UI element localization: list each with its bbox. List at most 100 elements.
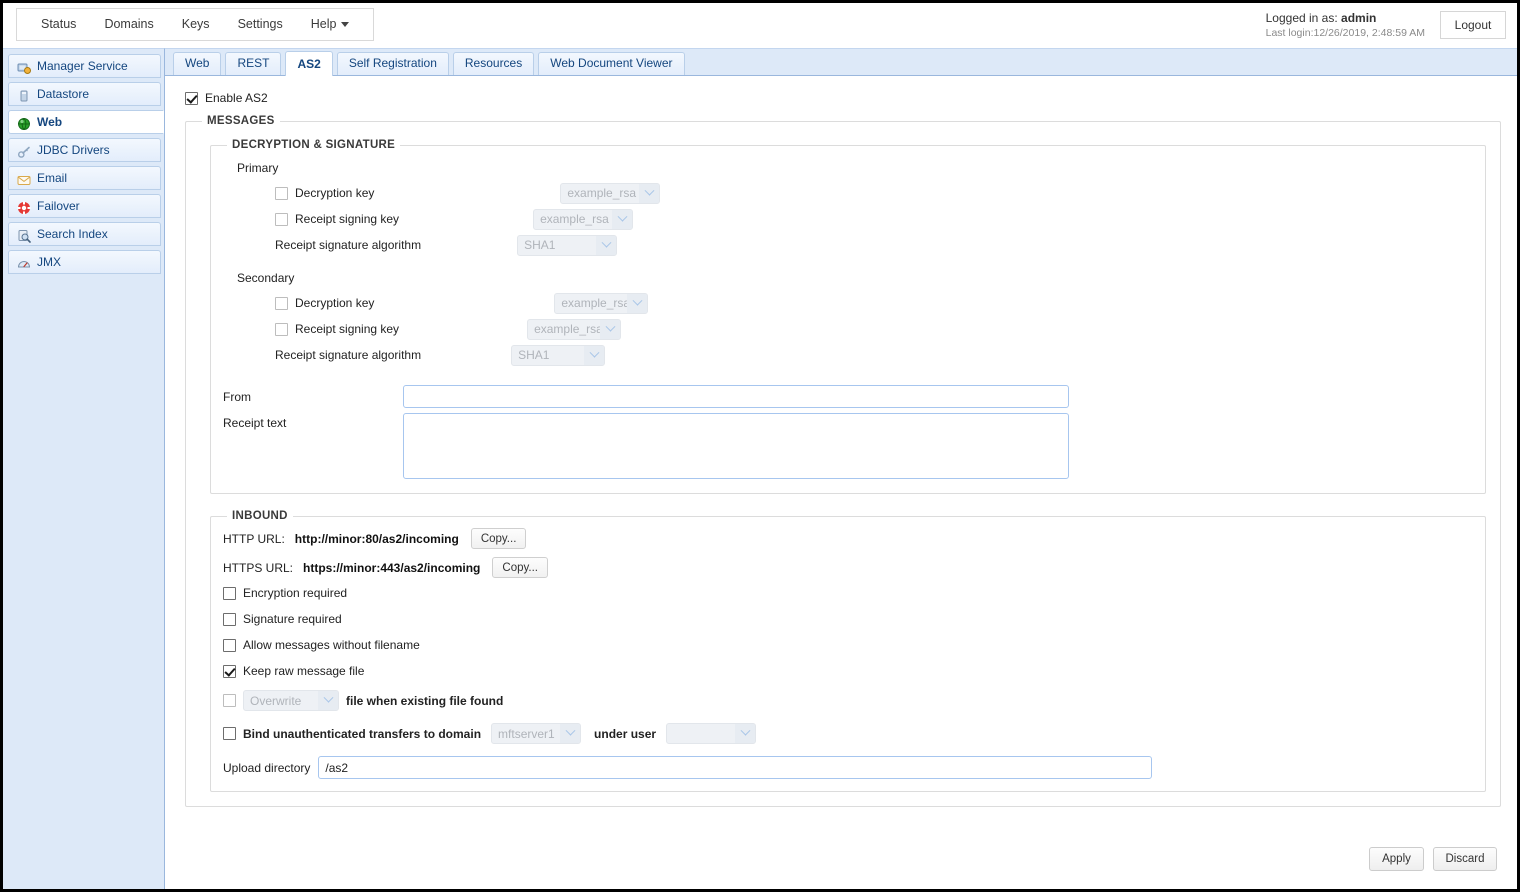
upload-directory-input[interactable] [318,756,1153,779]
encryption-required-checkbox[interactable] [223,586,236,600]
messages-fieldset: MESSAGES DECRYPTION & SIGNATURE Primary … [185,115,1501,807]
from-input[interactable] [403,385,1069,408]
sidebar-item-jdbc-drivers[interactable]: JDBC Drivers [8,138,161,162]
chevron-down-icon [584,345,605,365]
jmx-icon [17,255,31,269]
keep-raw-message-file-label: Keep raw message file [243,664,365,678]
http-url-value: http://minor:80/as2/incoming [294,531,459,546]
keep-raw-message-file-row: Keep raw message file [223,664,1473,678]
body-area: Manager Service Datastore Web JDBC Drive… [3,48,1517,889]
chevron-down-icon [627,293,648,313]
tab-resources[interactable]: Resources [452,52,535,75]
logged-in-as: Logged in as: admin [1266,11,1425,25]
chevron-down-icon [612,209,633,229]
menu-item-help[interactable]: Help [297,9,364,40]
receipt-text-textarea[interactable] [403,413,1069,479]
menu-item-domains[interactable]: Domains [90,9,167,40]
menu-item-keys[interactable]: Keys [168,9,224,40]
tab-web-document-viewer[interactable]: Web Document Viewer [538,52,685,75]
menu-item-label: Keys [181,17,210,31]
upload-directory-row: Upload directory [223,756,1473,779]
bind-transfers-row: Bind unauthenticated transfers to domain… [223,723,1473,744]
main-menu: Status Domains Keys Settings Help [16,8,375,41]
chevron-down-icon [318,691,338,710]
chevron-down-icon [639,183,660,203]
chevron-down-icon [600,319,621,339]
from-row: From [223,385,1473,408]
secondary-receipt-signing-key-checkbox[interactable] [275,322,288,336]
signature-required-checkbox[interactable] [223,612,236,626]
http-url-label: HTTP URL: [223,531,285,546]
menu-item-status[interactable]: Status [27,9,90,40]
sidebar-item-failover[interactable]: Failover [8,194,161,218]
enable-as2-checkbox[interactable] [185,91,198,105]
secondary-decryption-key-checkbox[interactable] [275,296,288,310]
allow-messages-without-filename-checkbox[interactable] [223,638,236,652]
sidebar-item-datastore[interactable]: Datastore [8,82,161,106]
bind-transfers-checkbox[interactable] [223,727,236,740]
tab-web[interactable]: Web [173,52,222,75]
inbound-legend: INBOUND [232,510,288,522]
sidebar-item-web[interactable]: Web [8,110,164,134]
sidebar-item-jmx[interactable]: JMX [8,250,161,274]
secondary-receipt-signature-algorithm-select[interactable]: SHA1 [511,344,606,366]
primary-decryption-key-checkbox[interactable] [275,186,288,200]
https-url-copy-button[interactable]: Copy... [492,557,548,578]
receipt-text-row: Receipt text [223,413,1473,479]
signature-required-label: Signature required [243,612,342,626]
secondary-decryption-key-select[interactable]: example_rsa [554,292,649,314]
tab-label: REST [237,56,270,70]
primary-decryption-key-select[interactable]: example_rsa [560,182,661,204]
select-value: example_rsa [540,212,609,226]
as2-form: Enable AS2 MESSAGES DECRYPTION & SIGNATU… [165,77,1517,889]
keep-raw-message-file-checkbox[interactable] [223,664,236,678]
logged-in-username: admin [1341,11,1377,25]
select-value: SHA1 [524,238,556,252]
receipt-text-label: Receipt text [223,416,287,430]
sidebar-item-label: Manager Service [37,59,128,73]
primary-receipt-signature-algorithm-select[interactable]: SHA1 [517,234,618,256]
sidebar-item-label: Datastore [37,87,90,101]
secondary-decryption-key-row: Decryption key example_rsa [223,291,1473,315]
bind-transfers-user-select[interactable] [666,723,757,744]
signature-required-row: Signature required [223,612,1473,626]
existing-file-checkbox[interactable] [223,694,236,707]
sidebar-item-manager-service[interactable]: Manager Service [8,54,161,78]
select-value: Overwrite [250,693,302,708]
apply-button[interactable]: Apply [1369,847,1424,871]
application-window: Status Domains Keys Settings Help Logged… [0,0,1520,892]
primary-receipt-signing-key-select[interactable]: example_rsa [533,208,634,230]
menu-item-label: Help [310,17,337,31]
tab-label: Resources [464,56,523,70]
logout-button[interactable]: Logout [1440,11,1506,39]
existing-file-action-select[interactable]: Overwrite [243,690,339,711]
select-value: mftserver1 [498,726,555,741]
enable-as2-row: Enable AS2 [185,91,1503,105]
discard-button[interactable]: Discard [1433,847,1497,871]
allow-messages-without-filename-row: Allow messages without filename [223,638,1473,652]
https-url-value: https://minor:443/as2/incoming [303,560,481,575]
primary-receipt-signing-key-checkbox[interactable] [275,212,288,226]
tab-self-registration[interactable]: Self Registration [336,52,449,75]
menu-item-label: Domains [104,17,154,31]
sidebar: Manager Service Datastore Web JDBC Drive… [3,48,165,889]
menu-item-settings[interactable]: Settings [224,9,297,40]
search-index-icon [17,227,31,243]
tab-as2[interactable]: AS2 [285,51,333,76]
from-label: From [223,389,251,404]
primary-receipt-signature-algorithm-row: Receipt signature algorithm SHA1 [223,233,1473,257]
sidebar-item-email[interactable]: Email [8,166,161,190]
sidebar-item-label: JDBC Drivers [37,143,110,157]
encryption-required-label: Encryption required [243,586,348,600]
menu-item-label: Settings [237,17,283,31]
primary-group-label: Primary [237,161,279,175]
select-value: example_rsa [534,322,601,336]
http-url-copy-button[interactable]: Copy... [470,528,527,549]
bind-transfers-domain-select[interactable]: mftserver1 [491,723,582,744]
secondary-receipt-signing-key-select[interactable]: example_rsa [527,318,622,340]
primary-receipt-signature-algorithm-label: Receipt signature algorithm [275,238,422,252]
primary-receipt-signing-key-row: Receipt signing key example_rsa [223,207,1473,231]
tab-rest[interactable]: REST [225,52,282,75]
sidebar-item-search-index[interactable]: Search Index [8,222,161,246]
primary-decryption-key-row: Decryption key example_rsa [223,181,1473,205]
